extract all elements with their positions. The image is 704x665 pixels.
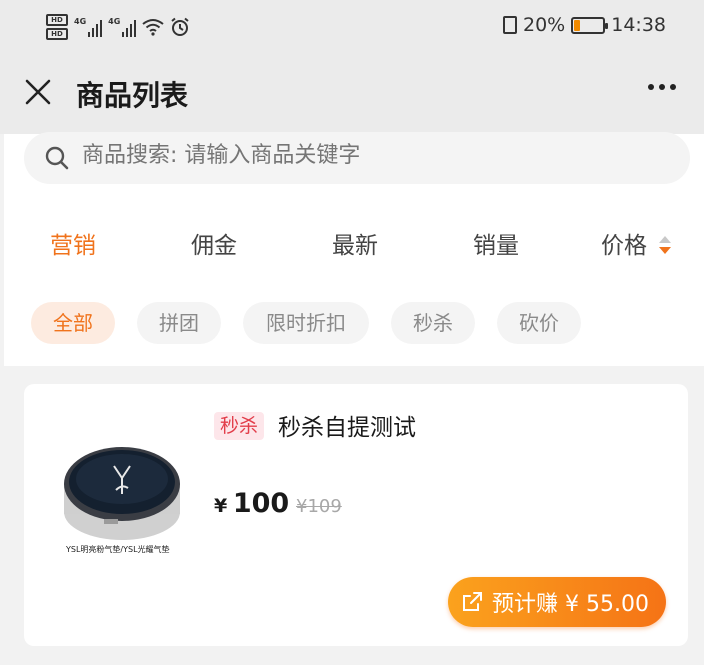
product-image[interactable] <box>42 404 200 562</box>
signal-icon: 4G <box>74 17 103 37</box>
status-left: HD HD 4G 4G <box>46 10 190 44</box>
estimated-earn-label: 预计赚 ¥ 55.00 <box>492 592 649 617</box>
app-header: 商品列表 <box>0 56 704 134</box>
hd-icon: HD HD <box>46 14 68 40</box>
tab-price[interactable]: 价格 <box>601 226 647 260</box>
original-price: ¥109 <box>296 496 342 517</box>
vibrate-icon <box>503 16 517 34</box>
clock: 14:38 <box>611 14 666 36</box>
status-bar: HD HD 4G 4G 20% 14:38 <box>0 0 704 56</box>
battery-fill <box>574 19 581 31</box>
product-card[interactable]: YSL明亮粉气垫/YSL光耀气垫 秒杀 秒杀自提测试 ¥ 100 ¥109 预计… <box>24 384 688 646</box>
tab-newest[interactable]: 最新 <box>332 226 378 260</box>
product-name[interactable]: 秒杀自提测试 <box>278 408 416 442</box>
search-input[interactable] <box>82 143 642 168</box>
signal-icon: 4G <box>108 17 137 37</box>
battery-icon <box>571 16 609 34</box>
chip-limited-discount[interactable]: 限时折扣 <box>243 302 369 344</box>
status-right: 20% 14:38 <box>503 14 666 36</box>
tab-commission[interactable]: 佣金 <box>191 226 237 260</box>
tab-sales[interactable]: 销量 <box>473 226 519 260</box>
chip-flash-sale[interactable]: 秒杀 <box>391 302 475 344</box>
wifi-icon <box>142 19 164 36</box>
product-image-caption: YSL明亮粉气垫/YSL光耀气垫 <box>66 545 170 554</box>
search-bar[interactable] <box>24 132 690 184</box>
close-icon[interactable] <box>24 78 52 106</box>
alarm-icon <box>171 17 189 36</box>
share-icon <box>463 592 482 611</box>
product-price: ¥ 100 <box>214 488 289 519</box>
page-title: 商品列表 <box>76 79 189 112</box>
price-value: 100 <box>232 488 290 519</box>
tab-marketing[interactable]: 营销 <box>50 226 96 260</box>
currency-symbol: ¥ <box>214 495 228 517</box>
chip-group-buy[interactable]: 拼团 <box>137 302 221 344</box>
chip-all[interactable]: 全部 <box>31 302 115 344</box>
sort-arrows-icon[interactable] <box>658 234 672 256</box>
battery-percent: 20% <box>523 14 566 36</box>
more-icon[interactable] <box>648 84 676 90</box>
filter-panel: 营销 佣金 最新 销量 价格 全部 拼团 限时折扣 秒杀 砍价 <box>4 132 704 366</box>
estimated-earn-button[interactable]: 预计赚 ¥ 55.00 <box>448 577 666 627</box>
search-icon <box>45 146 69 170</box>
flash-sale-tag: 秒杀 <box>214 412 265 440</box>
chip-bargain[interactable]: 砍价 <box>497 302 581 344</box>
